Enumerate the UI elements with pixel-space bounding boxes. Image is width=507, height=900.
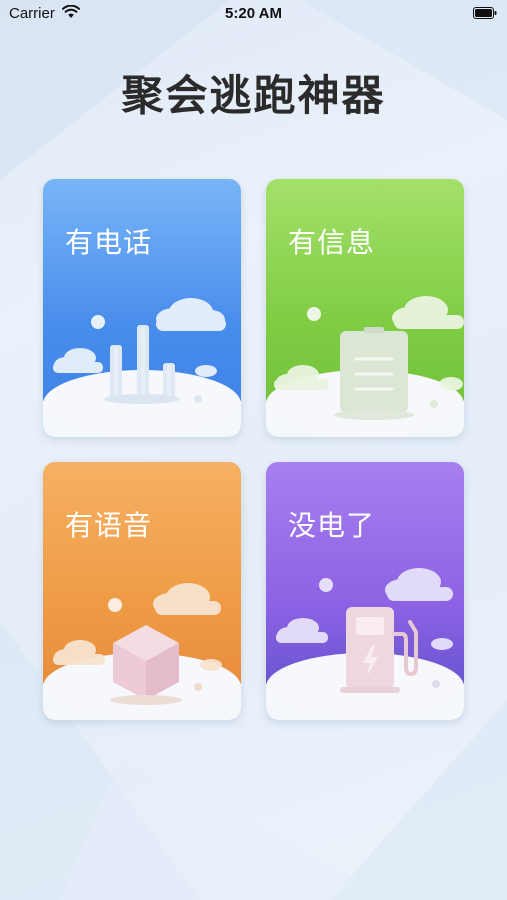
bar-chart-icon <box>43 298 241 437</box>
cube-icon <box>43 583 241 720</box>
status-time: 5:20 AM <box>225 5 282 22</box>
card-label-phone: 有电话 <box>65 226 153 259</box>
page-title: 聚会逃跑神器 <box>121 71 386 120</box>
card-label-message: 有信息 <box>288 226 376 259</box>
battery-icon <box>473 7 497 19</box>
card-battery-dead[interactable]: 没电了 <box>266 462 464 720</box>
message-clipboard-icon <box>266 296 464 437</box>
card-message[interactable]: 有信息 <box>266 179 464 437</box>
card-phone-call[interactable]: 有电话 <box>43 179 241 437</box>
card-label-voice: 有语音 <box>65 509 153 542</box>
card-label-battery: 没电了 <box>288 509 376 542</box>
background-decoration <box>0 0 507 900</box>
card-voice[interactable]: 有语音 <box>43 462 241 720</box>
charging-station-icon <box>266 568 464 720</box>
status-bar: Carrier 5:20 AM <box>0 0 507 28</box>
